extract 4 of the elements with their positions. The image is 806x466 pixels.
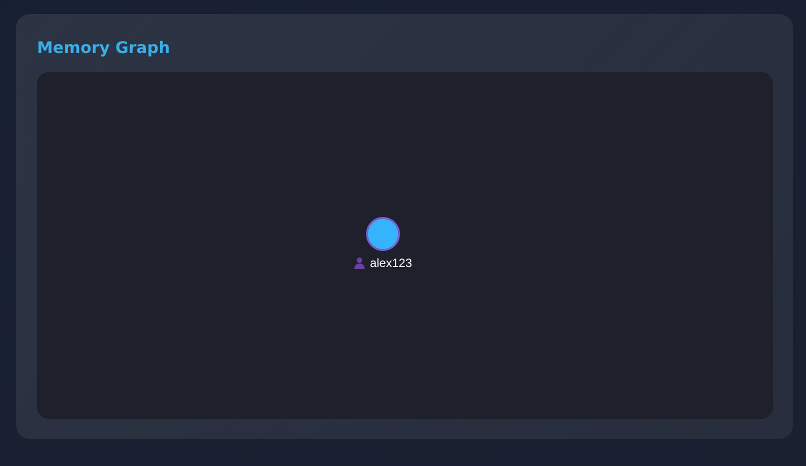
panel-title: Memory Graph (37, 38, 171, 57)
node-label: alex123 (370, 256, 412, 270)
person-icon (354, 257, 365, 269)
graph-node[interactable] (366, 217, 400, 251)
